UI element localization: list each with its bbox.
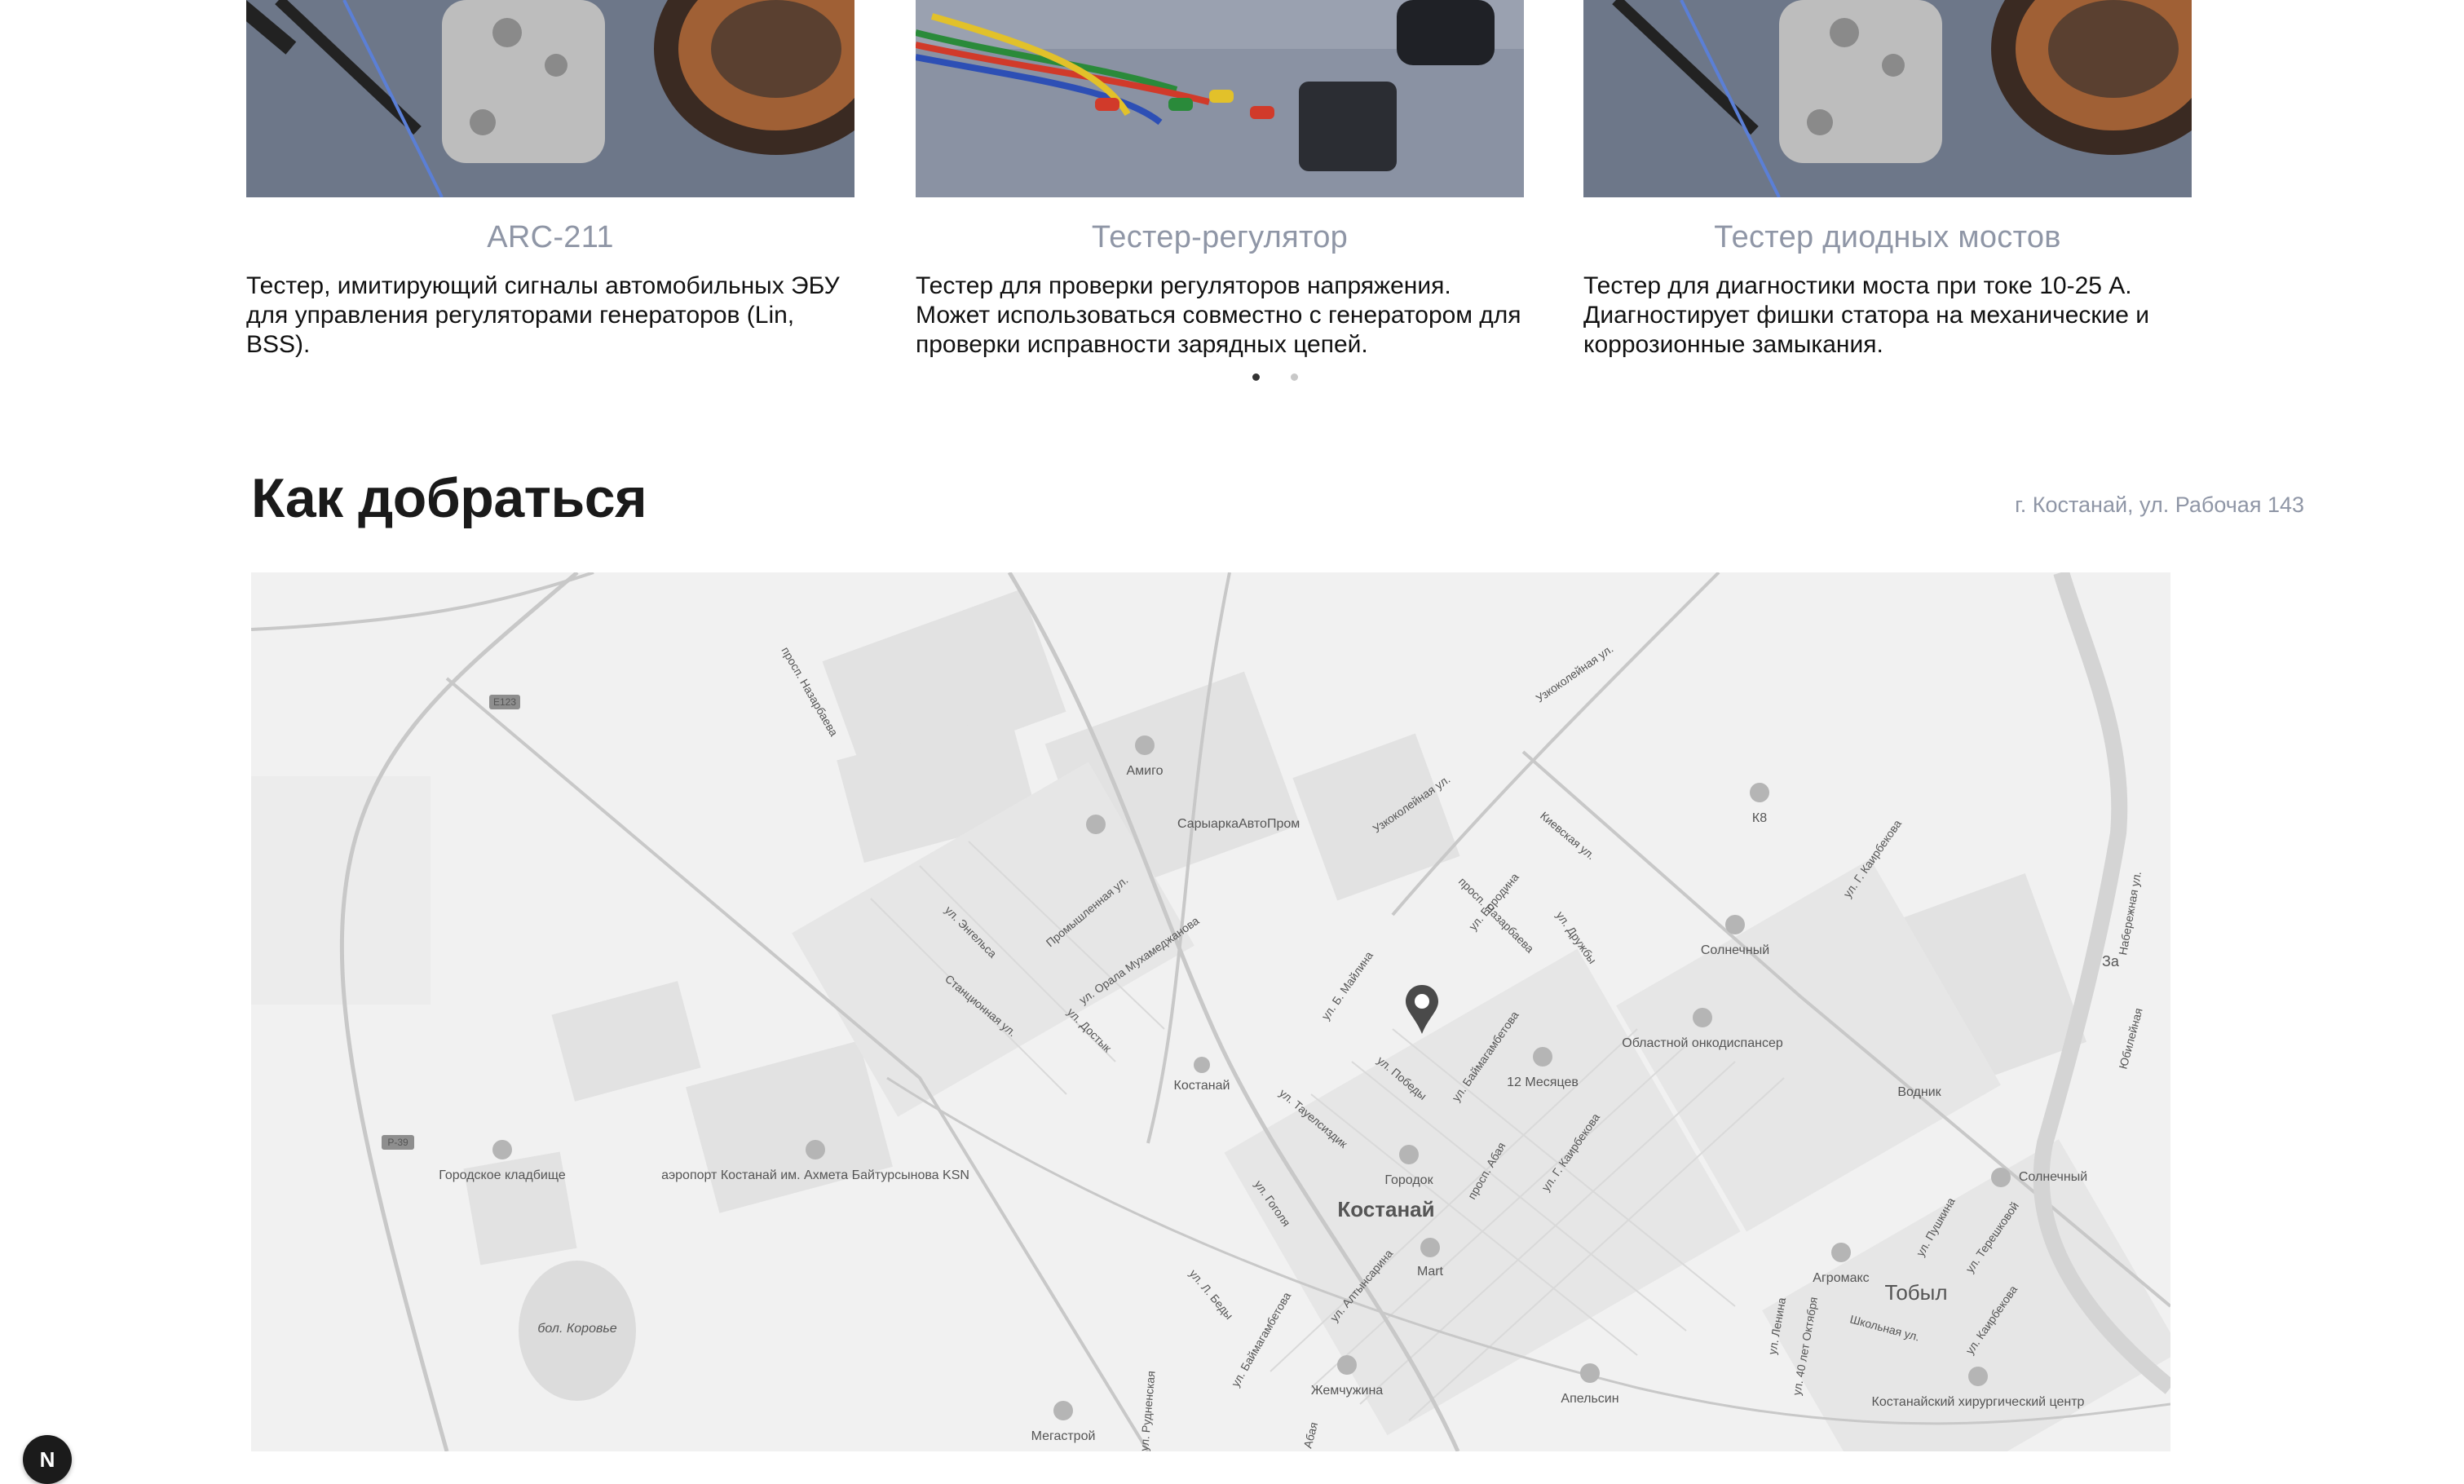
product-photo (1583, 0, 2192, 197)
product-title: ARC-211 (487, 220, 614, 254)
carousel-dot-2[interactable] (1291, 373, 1298, 381)
poi-label: СарыаркаАвтоПром (1177, 817, 1300, 831)
poi-label: Мегастрой (1031, 1429, 1096, 1443)
poi-label: аэропорт Костанай им. Ахмета Байтурсынов… (661, 1168, 969, 1182)
product-card: Тестер-регулятор Тестер для проверки рег… (916, 0, 1524, 360)
poi-label: Жемчужина (1311, 1384, 1383, 1398)
road-shield-p39: P-39 (387, 1137, 408, 1148)
poi-label: бол. Коровье (537, 1322, 616, 1336)
poi-label: Апельсин (1561, 1392, 1618, 1406)
street-label: За (2102, 953, 2120, 969)
poi-label: Агромакс (1813, 1271, 1869, 1285)
poi-label: Костанайский хирургический центр (1872, 1395, 2085, 1409)
poi-label: Городское кладбище (439, 1168, 566, 1182)
address-text: г. Костанай, ул. Рабочая 143 (2015, 492, 2304, 517)
poi-label: Солнечный (2019, 1170, 2087, 1184)
nextjs-dev-button[interactable]: N (23, 1435, 72, 1484)
poi-label: К8 (1752, 811, 1767, 825)
product-photo (246, 0, 854, 197)
product-description: Тестер для диагностики моста при токе 10… (1583, 272, 2150, 358)
poi-label: Солнечный (1701, 943, 1769, 957)
poi-label: Водник (1897, 1085, 1941, 1099)
poi-label: Mart (1417, 1265, 1444, 1279)
product-photo (916, 0, 1524, 197)
district-label: Тобыл (1884, 1280, 1947, 1305)
poi-label: Областной онкодиспансер (1622, 1036, 1783, 1050)
road-shield-e123: E123 (493, 696, 516, 708)
carousel-dot-1[interactable] (1252, 373, 1260, 381)
poi-label: Костанай (1174, 1079, 1230, 1093)
poi-label: 12 Месяцев (1507, 1075, 1579, 1089)
section-heading: Как добраться (251, 467, 647, 529)
carousel-pagination (1252, 373, 1298, 381)
poi-label: Городок (1384, 1173, 1433, 1187)
product-card: Тестер диодных мостов Тестер для диагнос… (1583, 0, 2192, 360)
product-description: Тестер для проверки регуляторов напряжен… (916, 272, 1521, 358)
product-description: Тестер, имитирующий сигналы автомобильны… (246, 272, 840, 358)
city-label: Костанай (1337, 1197, 1434, 1221)
product-title: Тестер-регулятор (1091, 220, 1349, 254)
map[interactable]: E123 P-39 просп. Назарбаева Узкоколейная… (251, 572, 2170, 1451)
poi-label: Амиго (1127, 764, 1164, 778)
product-card: ARC-211 Тестер, имитирующий сигналы авто… (246, 0, 854, 360)
product-title: Тестер диодных мостов (1714, 220, 2061, 254)
